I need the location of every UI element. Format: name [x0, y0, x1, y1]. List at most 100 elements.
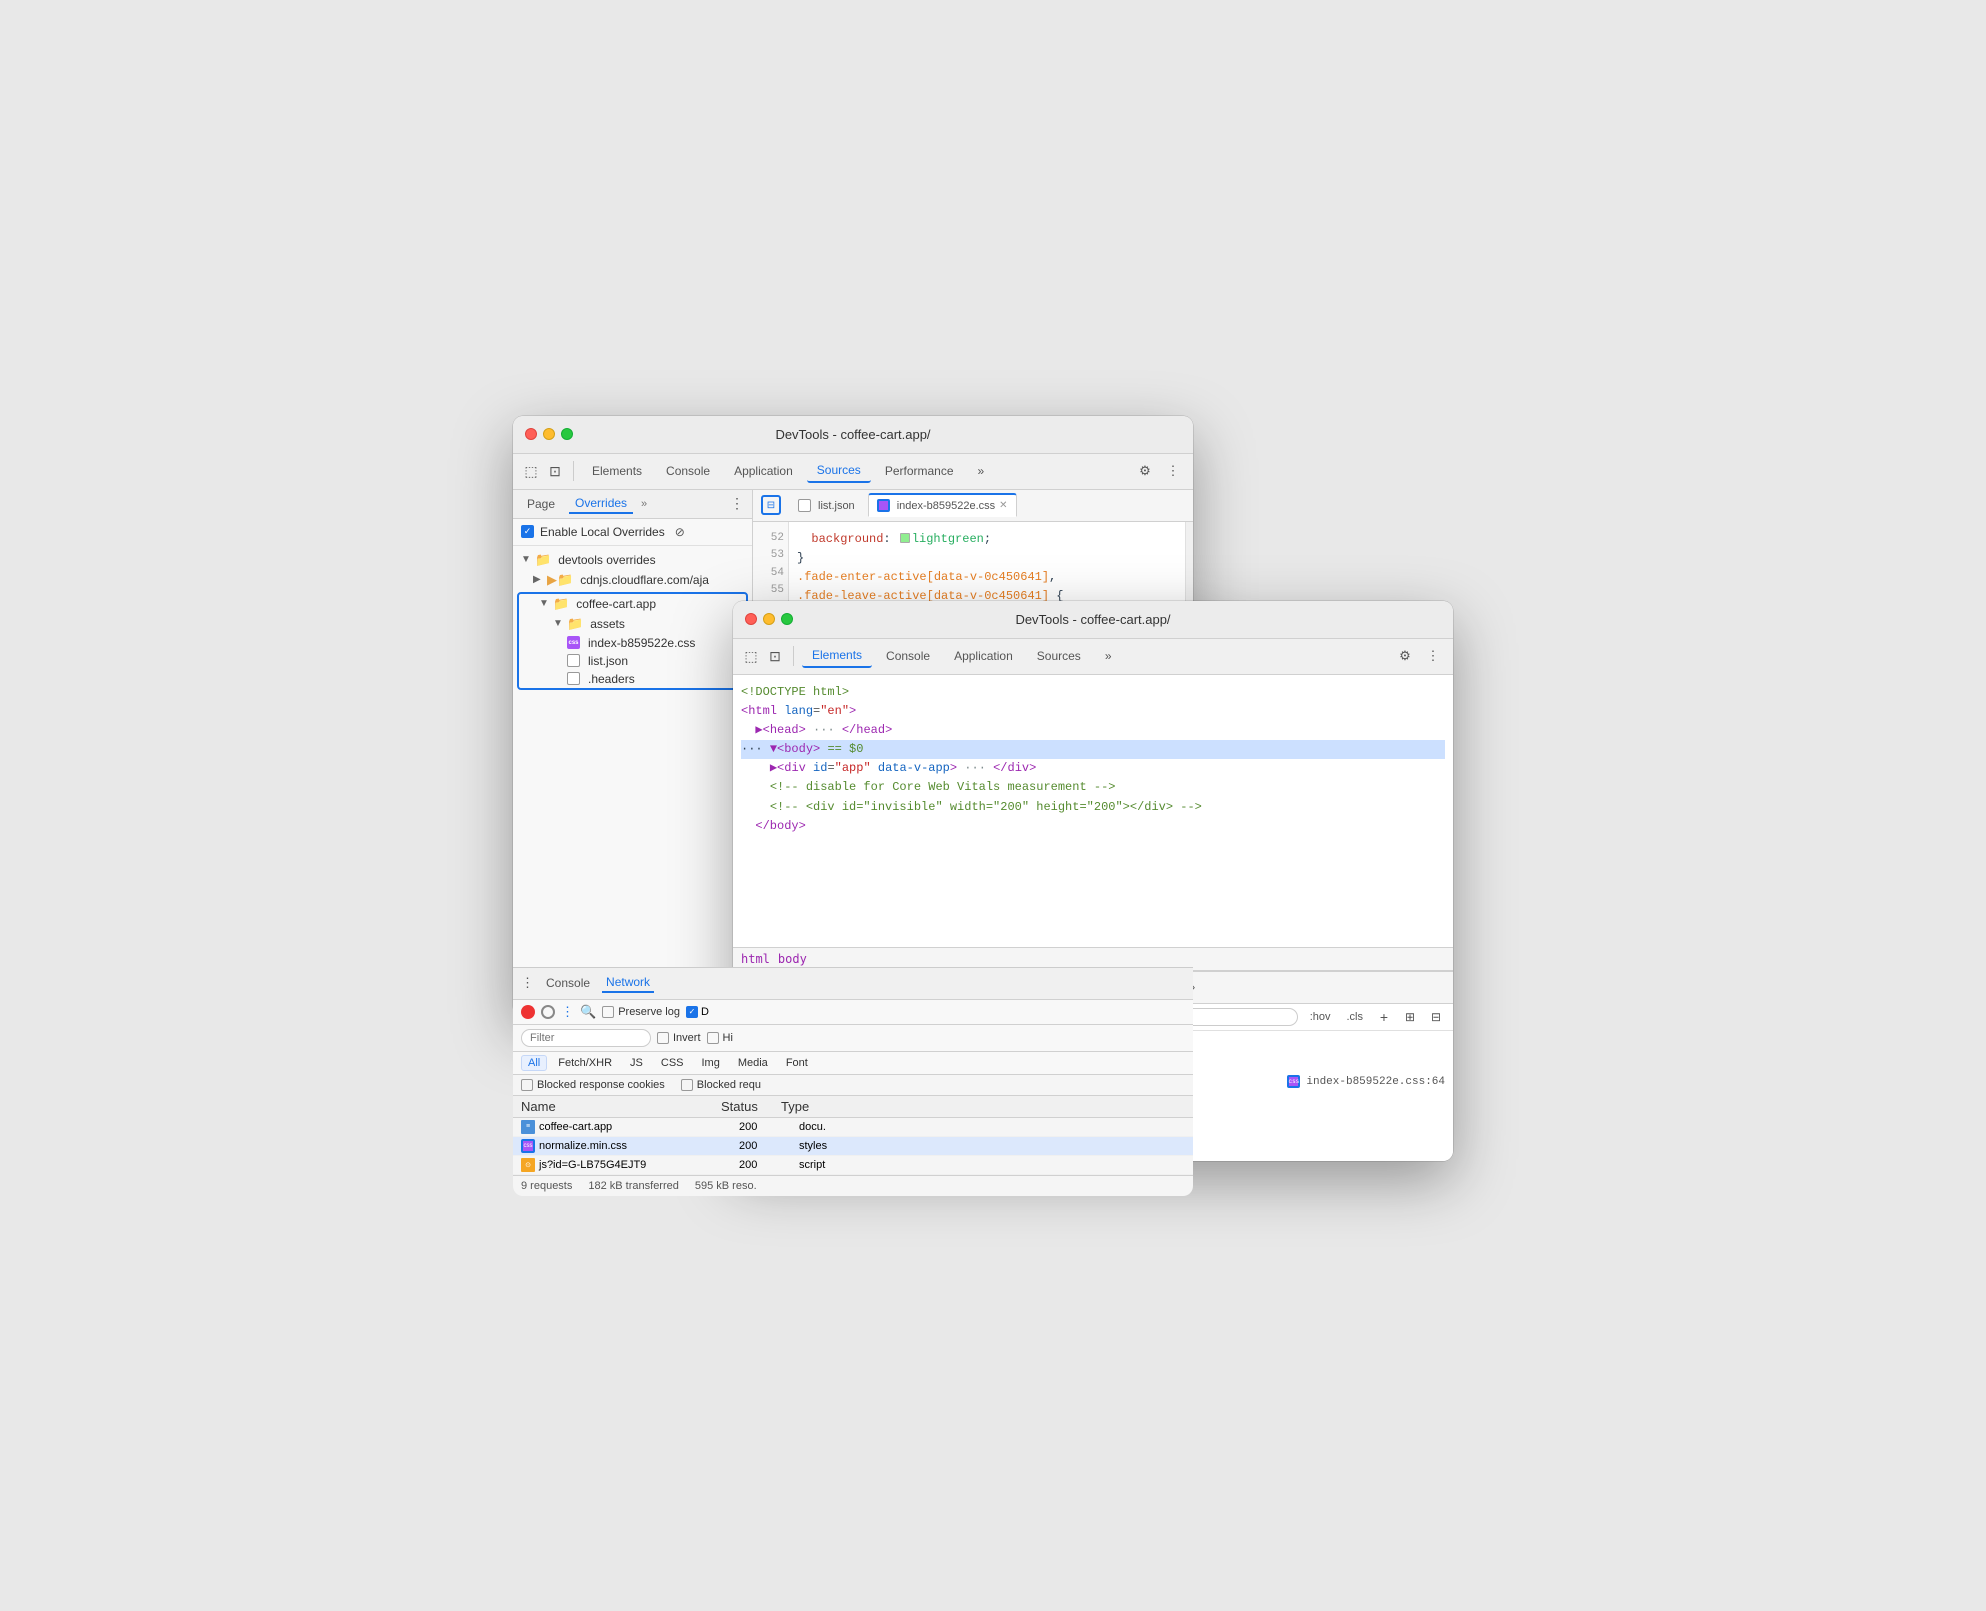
tab-label-css: index-b859522e.css	[897, 500, 995, 512]
tree-item-cdnjs[interactable]: ▶ ▶📁 cdnjs.cloudflare.com/aja	[513, 570, 752, 590]
inspect-style-icon[interactable]: ⊟	[1427, 1008, 1445, 1026]
tree-label-coffee: coffee-cart.app	[576, 597, 656, 611]
tab-sources[interactable]: Sources	[807, 459, 871, 483]
add-style-icon[interactable]: +	[1375, 1008, 1393, 1026]
settings-icon-front[interactable]: ⚙	[1393, 644, 1417, 668]
tree-label-assets: assets	[590, 617, 625, 631]
network-row-0[interactable]: ≡ coffee-cart.app 200 docu.	[513, 1118, 1193, 1137]
row-type-1: styles	[799, 1140, 1185, 1152]
network-row-1[interactable]: css normalize.min.css 200 styles	[513, 1137, 1193, 1156]
tab-performance[interactable]: Performance	[875, 460, 964, 482]
css-source-icon: css	[1287, 1075, 1300, 1088]
no-entry-icon[interactable]: ⊘	[675, 525, 685, 539]
blocked-cookies-checkbox[interactable]	[521, 1079, 533, 1091]
mobile-icon[interactable]: ⊡	[545, 461, 565, 481]
tab-more[interactable]: »	[968, 460, 995, 482]
breadcrumb-html[interactable]: html	[741, 952, 770, 966]
hov-button[interactable]: :hov	[1306, 1009, 1335, 1025]
tree-item-json[interactable]: list.json	[519, 652, 746, 670]
record-button[interactable]	[521, 1005, 535, 1019]
html-content[interactable]: <!DOCTYPE html> <html lang="en"> ▶<head>…	[733, 675, 1453, 947]
source-link-text: index-b859522e.css:64	[1306, 1076, 1445, 1088]
tab-console-front[interactable]: Console	[876, 645, 940, 667]
tab-application[interactable]: Application	[724, 460, 803, 482]
filter-icon[interactable]: ⋮	[561, 1004, 574, 1020]
folder-icon-cdnjs: ▶📁	[547, 572, 573, 588]
breadcrumb-body[interactable]: body	[778, 952, 807, 966]
tab-sources-front[interactable]: Sources	[1027, 645, 1091, 667]
enable-overrides-checkbox[interactable]: ✓	[521, 525, 534, 538]
settings-icon[interactable]: ⚙	[1133, 459, 1157, 483]
tab-application-front[interactable]: Application	[944, 645, 1023, 667]
blocked-req-checkbox[interactable]	[681, 1079, 693, 1091]
invert-checkbox[interactable]	[657, 1032, 669, 1044]
toolbar-separator	[573, 461, 574, 481]
more-options-icon-front[interactable]: ⋮	[1421, 644, 1445, 668]
tree-item-headers[interactable]: .headers	[519, 670, 746, 688]
tree-label-json: list.json	[588, 654, 628, 668]
copy-style-icon[interactable]: ⊞	[1401, 1008, 1419, 1026]
tree-item-assets[interactable]: ▼ 📁 assets	[519, 614, 746, 634]
network-table-header: Name Status Type	[513, 1096, 1193, 1118]
tab-elements[interactable]: Elements	[582, 460, 652, 482]
tab-list-json[interactable]: list.json	[789, 494, 864, 516]
disable-cache-checkbox[interactable]: ✓	[686, 1006, 698, 1018]
tree-arrow-coffee: ▼	[539, 598, 549, 609]
pill-img[interactable]: Img	[695, 1055, 727, 1071]
row-status-1: 200	[739, 1140, 799, 1152]
close-button-back[interactable]	[525, 428, 537, 440]
pill-media[interactable]: Media	[731, 1055, 775, 1071]
tab-console[interactable]: Console	[656, 460, 720, 482]
network-row-2[interactable]: ⊙ js?id=G-LB75G4EJT9 200 script	[513, 1156, 1193, 1175]
css-file-icon: css	[567, 636, 580, 649]
hi-checkbox[interactable]	[707, 1032, 719, 1044]
html-line-div-app: ▶<div id="app" data-v-app> ··· </div>	[741, 759, 1445, 778]
preserve-log-label: Preserve log	[618, 1006, 680, 1018]
network-tab-btn[interactable]: Network	[602, 973, 654, 993]
maximize-button-front[interactable]	[781, 613, 793, 625]
requests-count: 9 requests	[521, 1180, 572, 1192]
source-link-body[interactable]: css index-b859522e.css:64	[1287, 1075, 1445, 1088]
tree-label-headers: .headers	[588, 672, 635, 686]
cls-button[interactable]: .cls	[1343, 1009, 1368, 1025]
overrides-tab[interactable]: Overrides	[569, 494, 633, 514]
console-tab-btn[interactable]: Console	[542, 974, 594, 992]
minimize-button-back[interactable]	[543, 428, 555, 440]
pill-all[interactable]: All	[521, 1055, 547, 1071]
more-options-icon[interactable]: ⋮	[1161, 459, 1185, 483]
filter-pills-bar: All Fetch/XHR JS CSS Img Media Font	[513, 1052, 1193, 1075]
panel-tabs: Page Overrides » ⋮	[513, 490, 752, 519]
pill-css[interactable]: CSS	[654, 1055, 691, 1071]
close-button-front[interactable]	[745, 613, 757, 625]
tab-index-css[interactable]: index-b859522e.css ✕	[868, 493, 1017, 517]
pill-js[interactable]: JS	[623, 1055, 650, 1071]
pill-font[interactable]: Font	[779, 1055, 815, 1071]
clear-button[interactable]	[541, 1005, 555, 1019]
network-status-bar: 9 requests 182 kB transferred 595 kB res…	[513, 1175, 1193, 1196]
minimize-button-front[interactable]	[763, 613, 775, 625]
tab-close-css[interactable]: ✕	[999, 500, 1007, 511]
json-icon-tab	[798, 499, 811, 512]
devtools-toolbar-front: ⬚ ⊡ Elements Console Application Sources…	[733, 639, 1453, 675]
search-button[interactable]: 🔍	[580, 1004, 596, 1020]
maximize-button-back[interactable]	[561, 428, 573, 440]
cursor-icon[interactable]: ⬚	[521, 461, 541, 481]
preserve-log-checkbox[interactable]	[602, 1006, 614, 1018]
filter-input[interactable]	[521, 1029, 651, 1047]
toolbar-sep-front	[793, 646, 794, 666]
tree-item-root[interactable]: ▼ 📁 devtools overrides	[513, 550, 752, 570]
panel-more-icon[interactable]: »	[641, 498, 647, 510]
cursor-icon-front[interactable]: ⬚	[741, 646, 761, 666]
page-tab[interactable]: Page	[521, 495, 561, 513]
panel-menu-icon[interactable]: ⋮	[730, 495, 744, 512]
tree-item-css[interactable]: css index-b859522e.css	[519, 634, 746, 652]
code-line-53: }	[797, 549, 1177, 568]
tab-elements-front[interactable]: Elements	[802, 644, 872, 668]
enable-overrides-label: Enable Local Overrides	[540, 525, 665, 539]
bottom-panel-dots[interactable]: ⋮	[521, 975, 534, 991]
sidebar-toggle-icon[interactable]: ⊟	[761, 495, 781, 515]
tree-item-coffee-cart[interactable]: ▼ 📁 coffee-cart.app	[519, 594, 746, 614]
mobile-icon-front[interactable]: ⊡	[765, 646, 785, 666]
pill-fetch[interactable]: Fetch/XHR	[551, 1055, 619, 1071]
tab-more-front[interactable]: »	[1095, 645, 1122, 667]
